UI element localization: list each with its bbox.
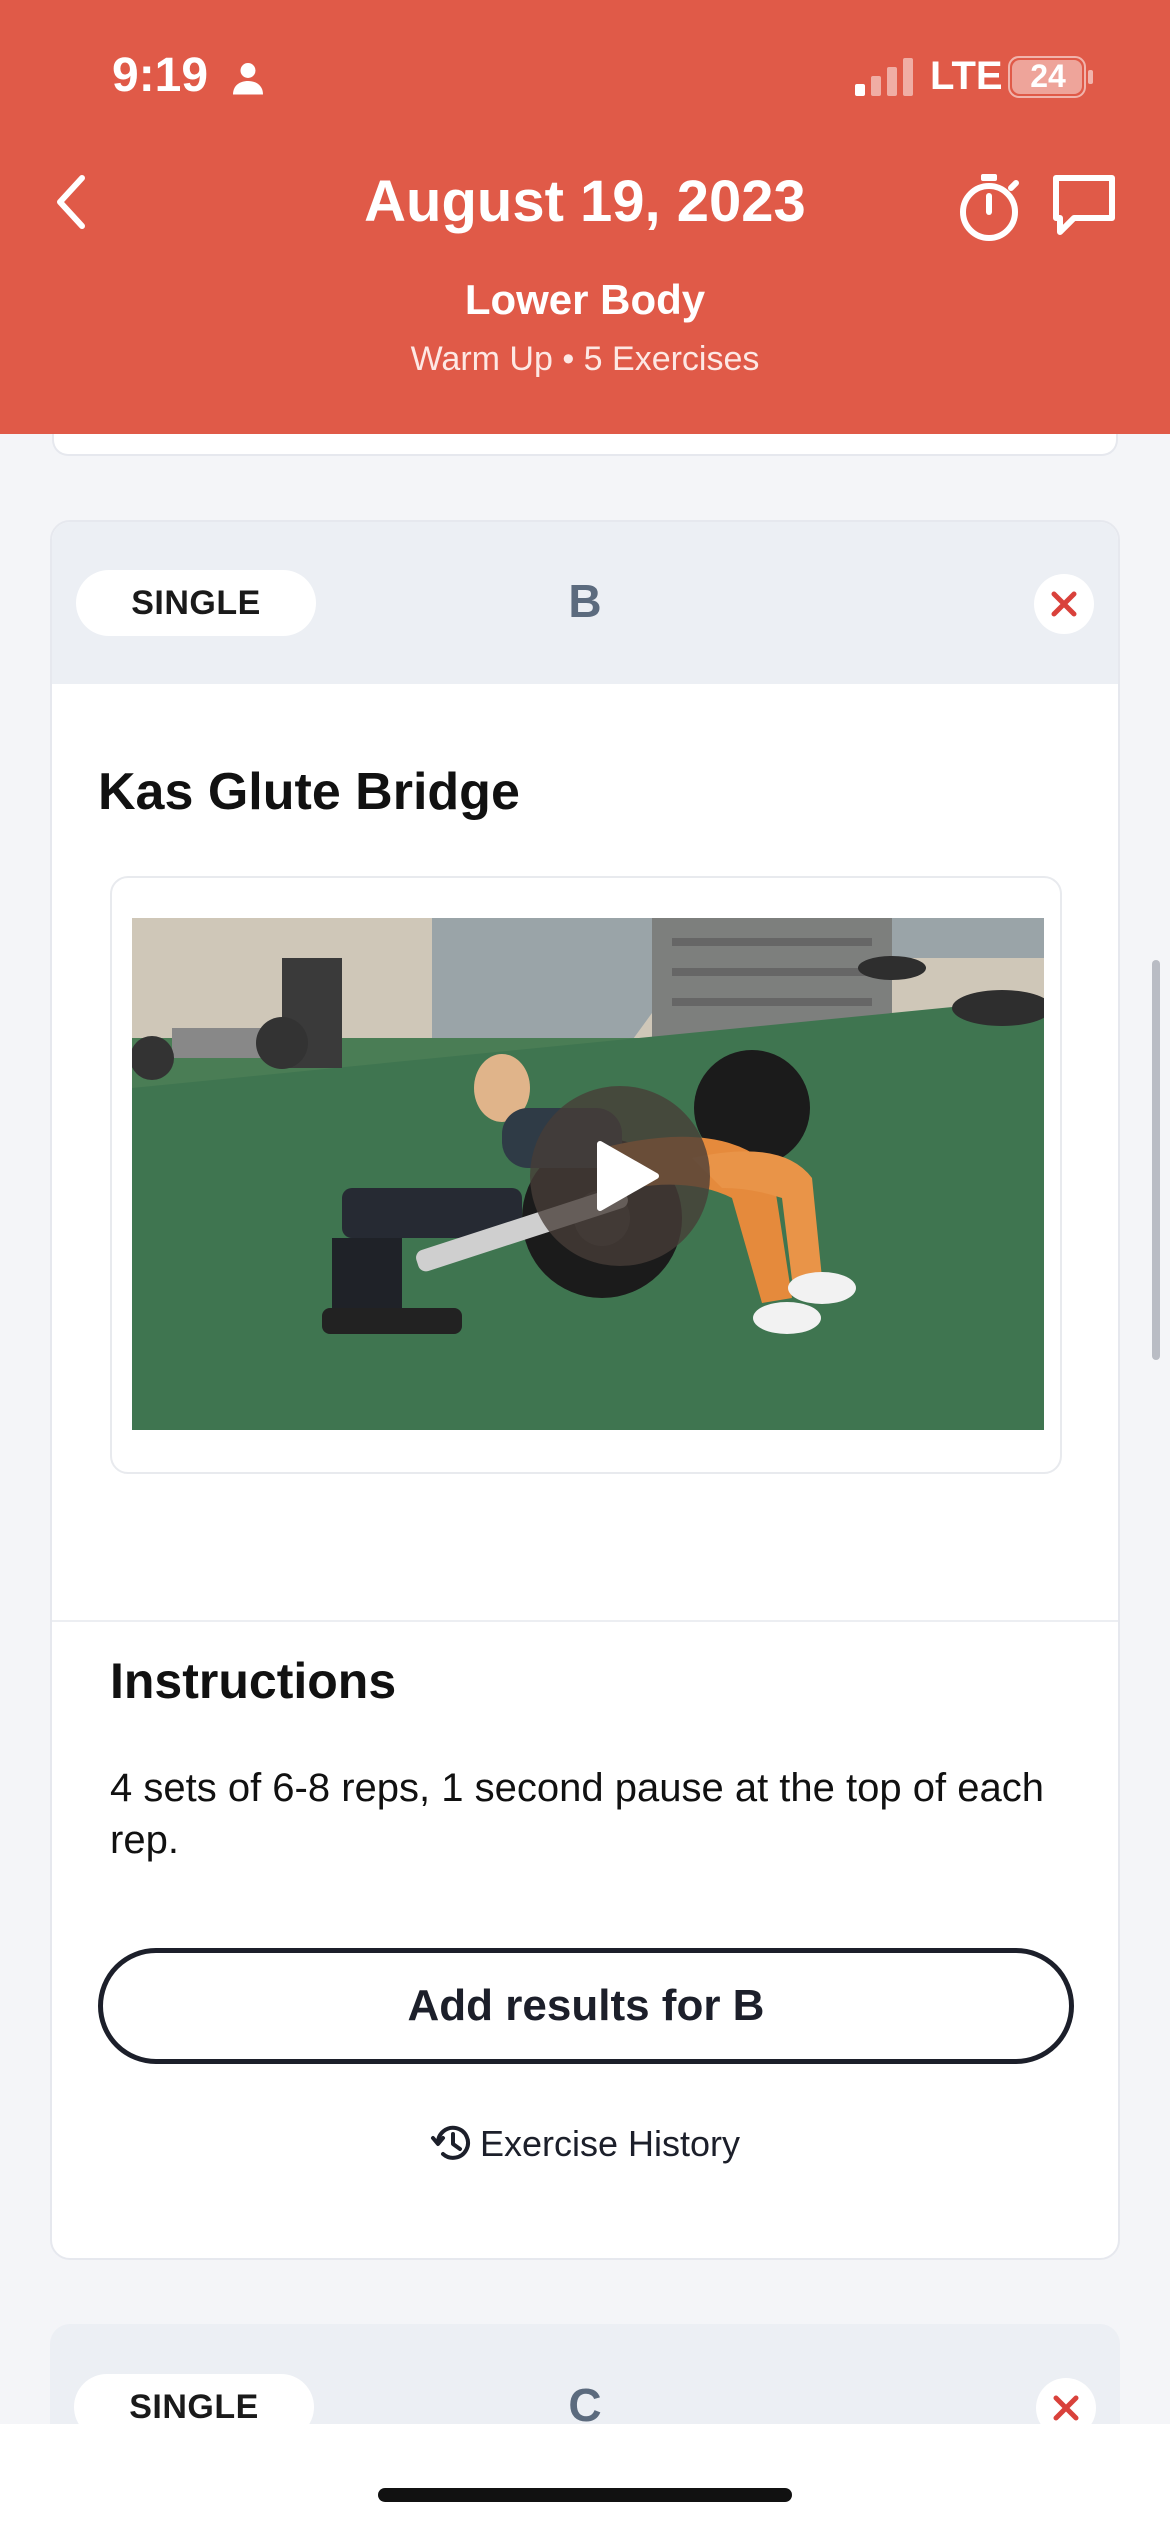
signal-icon (855, 58, 913, 96)
exercise-group-letter: B (568, 575, 602, 627)
exercise-card: SINGLE B Kas Glute Bridge Instructions 4… (50, 520, 1120, 2260)
exercise-card-header: SINGLE B (52, 522, 1118, 684)
home-indicator[interactable] (378, 2488, 792, 2502)
exercise-history-link[interactable]: Exercise History (52, 2120, 1118, 2166)
remove-exercise-button[interactable] (1034, 574, 1094, 634)
close-icon (1053, 2395, 1079, 2421)
video-player[interactable] (110, 876, 1062, 1474)
network-label: LTE (930, 54, 1003, 98)
battery-level: 24 (1030, 58, 1066, 94)
timer-icon[interactable] (955, 172, 1023, 244)
home-bar-area (0, 2424, 1170, 2532)
person-icon (233, 63, 263, 95)
add-results-button[interactable]: Add results for B (98, 1948, 1074, 2064)
instructions-text: 4 sets of 6-8 reps, 1 second pause at th… (110, 1766, 1044, 1862)
scrollbar[interactable] (1152, 960, 1160, 1360)
status-time: 9:19 (112, 49, 209, 102)
instructions-heading: Instructions (110, 1653, 397, 1709)
exercise-history-label: Exercise History (479, 2123, 741, 2164)
chat-icon[interactable] (1050, 172, 1118, 238)
video-thumbnail[interactable] (132, 918, 1044, 1430)
close-icon (1051, 591, 1077, 617)
exercise-title: Kas Glute Bridge (98, 763, 520, 821)
workout-meta: Warm Up • 5 Exercises (410, 340, 760, 378)
play-button[interactable] (530, 1086, 710, 1266)
workout-name: Lower Body (464, 276, 706, 323)
play-icon (597, 1141, 659, 1211)
section-divider (52, 1620, 1118, 1622)
workout-header: 9:19 LTE 24 August 19, 2023 Lower Body W… (0, 0, 1170, 434)
history-icon (430, 2125, 470, 2160)
